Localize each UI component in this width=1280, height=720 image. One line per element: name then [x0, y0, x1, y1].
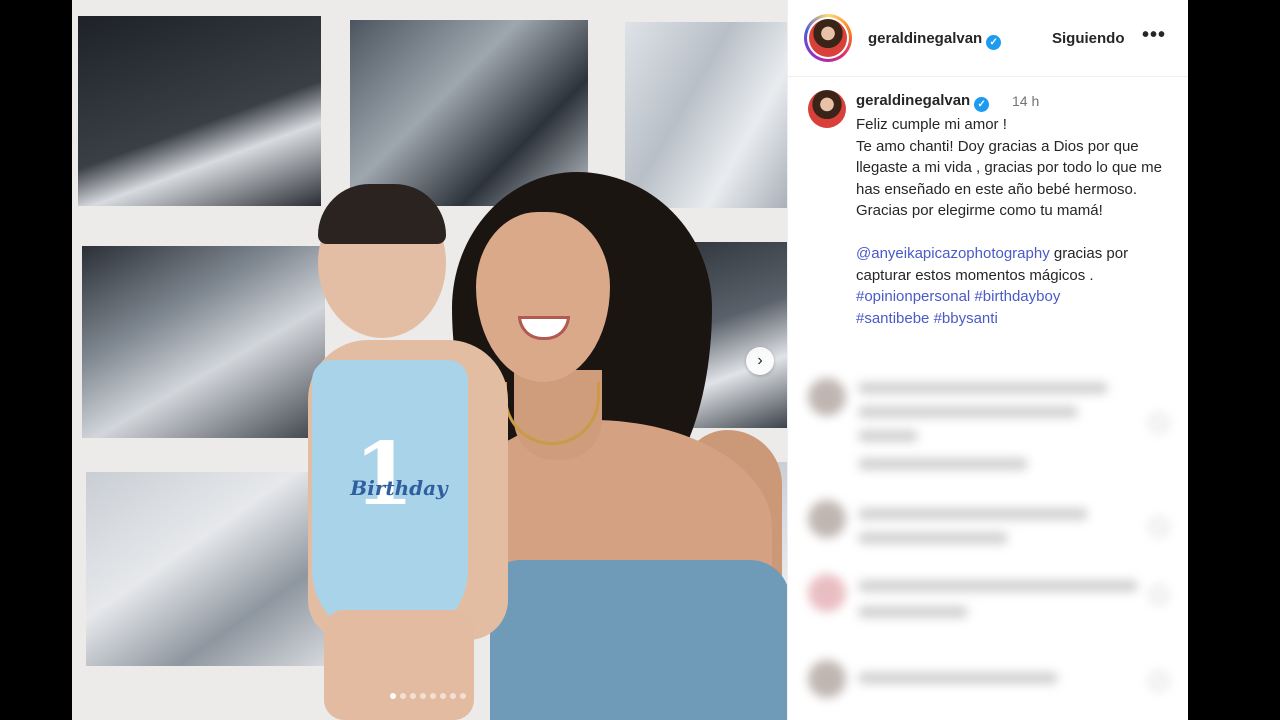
romper-number: 1: [354, 424, 414, 525]
profile-avatar[interactable]: [804, 14, 852, 62]
wall-photo: [86, 472, 334, 666]
caption-avatar[interactable]: [808, 90, 846, 128]
hashtag-links[interactable]: #opinionpersonal #birthdayboy: [856, 286, 1174, 308]
carousel-dots: [390, 692, 466, 700]
carousel-dot[interactable]: [400, 693, 406, 699]
carousel-dot[interactable]: [410, 693, 416, 699]
carousel-dot[interactable]: [420, 693, 426, 699]
hashtag-links[interactable]: #santibebe #bbysanti: [856, 308, 1174, 330]
more-icon[interactable]: •••: [1142, 24, 1166, 47]
woman-top: [490, 560, 787, 720]
post-timestamp[interactable]: 14 h: [1012, 93, 1039, 109]
header-username[interactable]: geraldinegalvan ✓: [868, 30, 1002, 50]
romper-text: Birthday: [350, 476, 448, 500]
comments-list: [788, 370, 1188, 720]
post-sidebar: geraldinegalvan ✓ Siguiendo ••• geraldine…: [787, 0, 1188, 720]
carousel-dot[interactable]: [430, 693, 436, 699]
post-header: geraldinegalvan ✓ Siguiendo •••: [788, 0, 1188, 77]
verified-icon: ✓: [986, 35, 1002, 50]
verified-icon: ✓: [974, 97, 990, 112]
post-photo[interactable]: 1 Birthday ›: [72, 0, 787, 720]
following-button[interactable]: Siguiendo: [1052, 30, 1125, 47]
baby-legs: [324, 610, 474, 720]
caption-line: Feliz cumple mi amor !: [856, 116, 1007, 133]
carousel-next-button[interactable]: ›: [746, 347, 774, 375]
caption-text: Feliz cumple mi amor ! Te amo chanti! Do…: [856, 114, 1174, 329]
post-modal: 1 Birthday › geraldinegalvan ✓ Siguiendo …: [72, 0, 1188, 720]
mention-link[interactable]: @anyeikapicazophotography: [856, 245, 1050, 262]
carousel-dot[interactable]: [440, 693, 446, 699]
carousel-dot[interactable]: [460, 693, 466, 699]
wall-photo: [82, 246, 325, 438]
wall-photo: [78, 16, 321, 206]
chevron-right-icon: ›: [757, 352, 763, 369]
comment-item[interactable]: [788, 374, 1188, 484]
comment-item[interactable]: [788, 498, 1188, 558]
carousel-dot[interactable]: [450, 693, 456, 699]
carousel-dot[interactable]: [390, 693, 396, 699]
caption-username[interactable]: geraldinegalvan ✓: [856, 92, 990, 112]
avatar: [809, 19, 847, 57]
caption-line: Te amo chanti! Doy gracias a Dios por qu…: [856, 137, 1162, 220]
wall-photo: [625, 22, 787, 208]
comment-item[interactable]: [788, 570, 1188, 640]
comment-item[interactable]: [788, 658, 1188, 708]
